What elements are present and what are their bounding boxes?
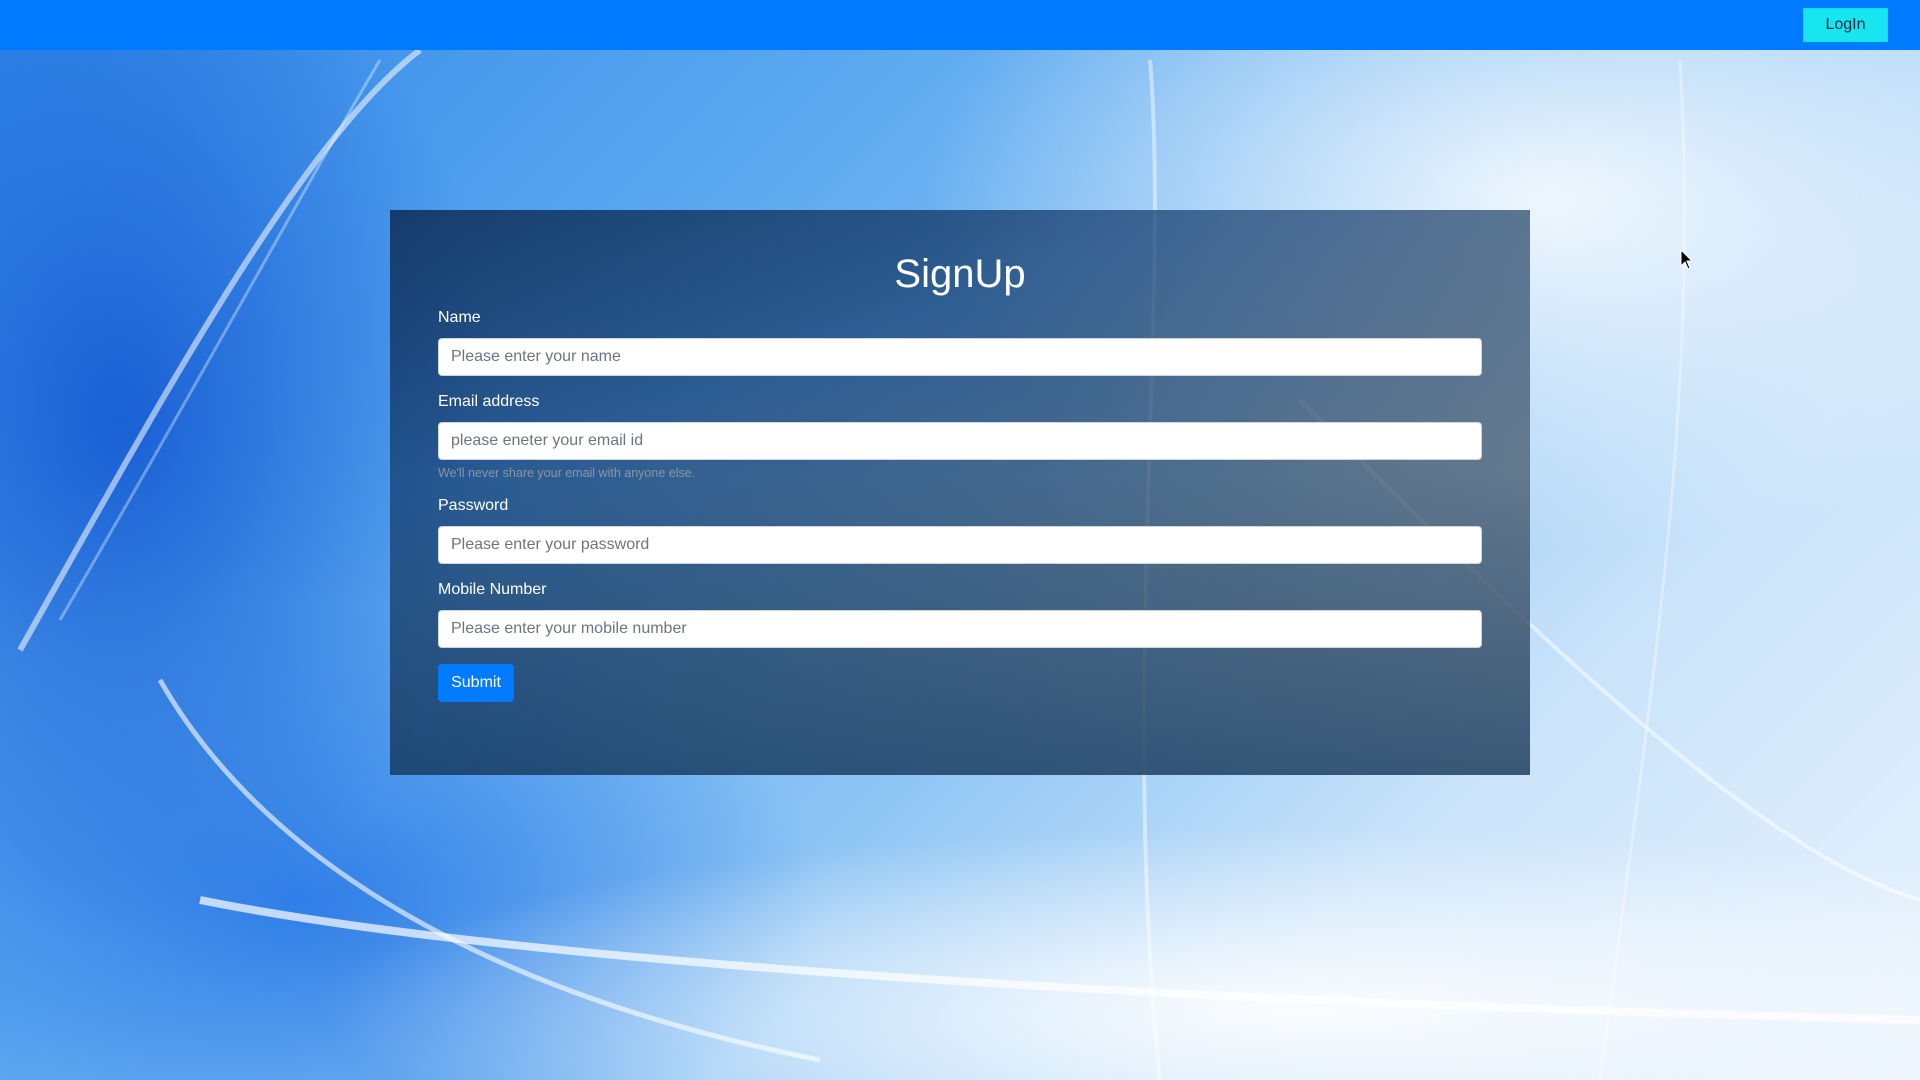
name-label: Name <box>438 309 481 326</box>
password-group: Password <box>438 496 1482 564</box>
name-input[interactable] <box>438 338 1482 376</box>
email-group: Email address We'll never share your ema… <box>438 392 1482 480</box>
email-input[interactable] <box>438 422 1482 460</box>
top-navbar: LogIn <box>0 0 1920 50</box>
mobile-group: Mobile Number <box>438 580 1482 648</box>
signup-card: SignUp Name Email address We'll never sh… <box>390 210 1530 775</box>
password-input[interactable] <box>438 526 1482 564</box>
name-group: Name <box>438 308 1482 376</box>
email-label: Email address <box>438 393 540 410</box>
email-help-text: We'll never share your email with anyone… <box>438 466 696 480</box>
mobile-input[interactable] <box>438 610 1482 648</box>
submit-button[interactable]: Submit <box>438 664 514 702</box>
page-title: SignUp <box>894 252 1026 296</box>
mobile-label: Mobile Number <box>438 581 547 598</box>
login-button[interactable]: LogIn <box>1803 8 1888 42</box>
mouse-pointer-icon <box>1680 249 1694 270</box>
password-label: Password <box>438 497 509 514</box>
